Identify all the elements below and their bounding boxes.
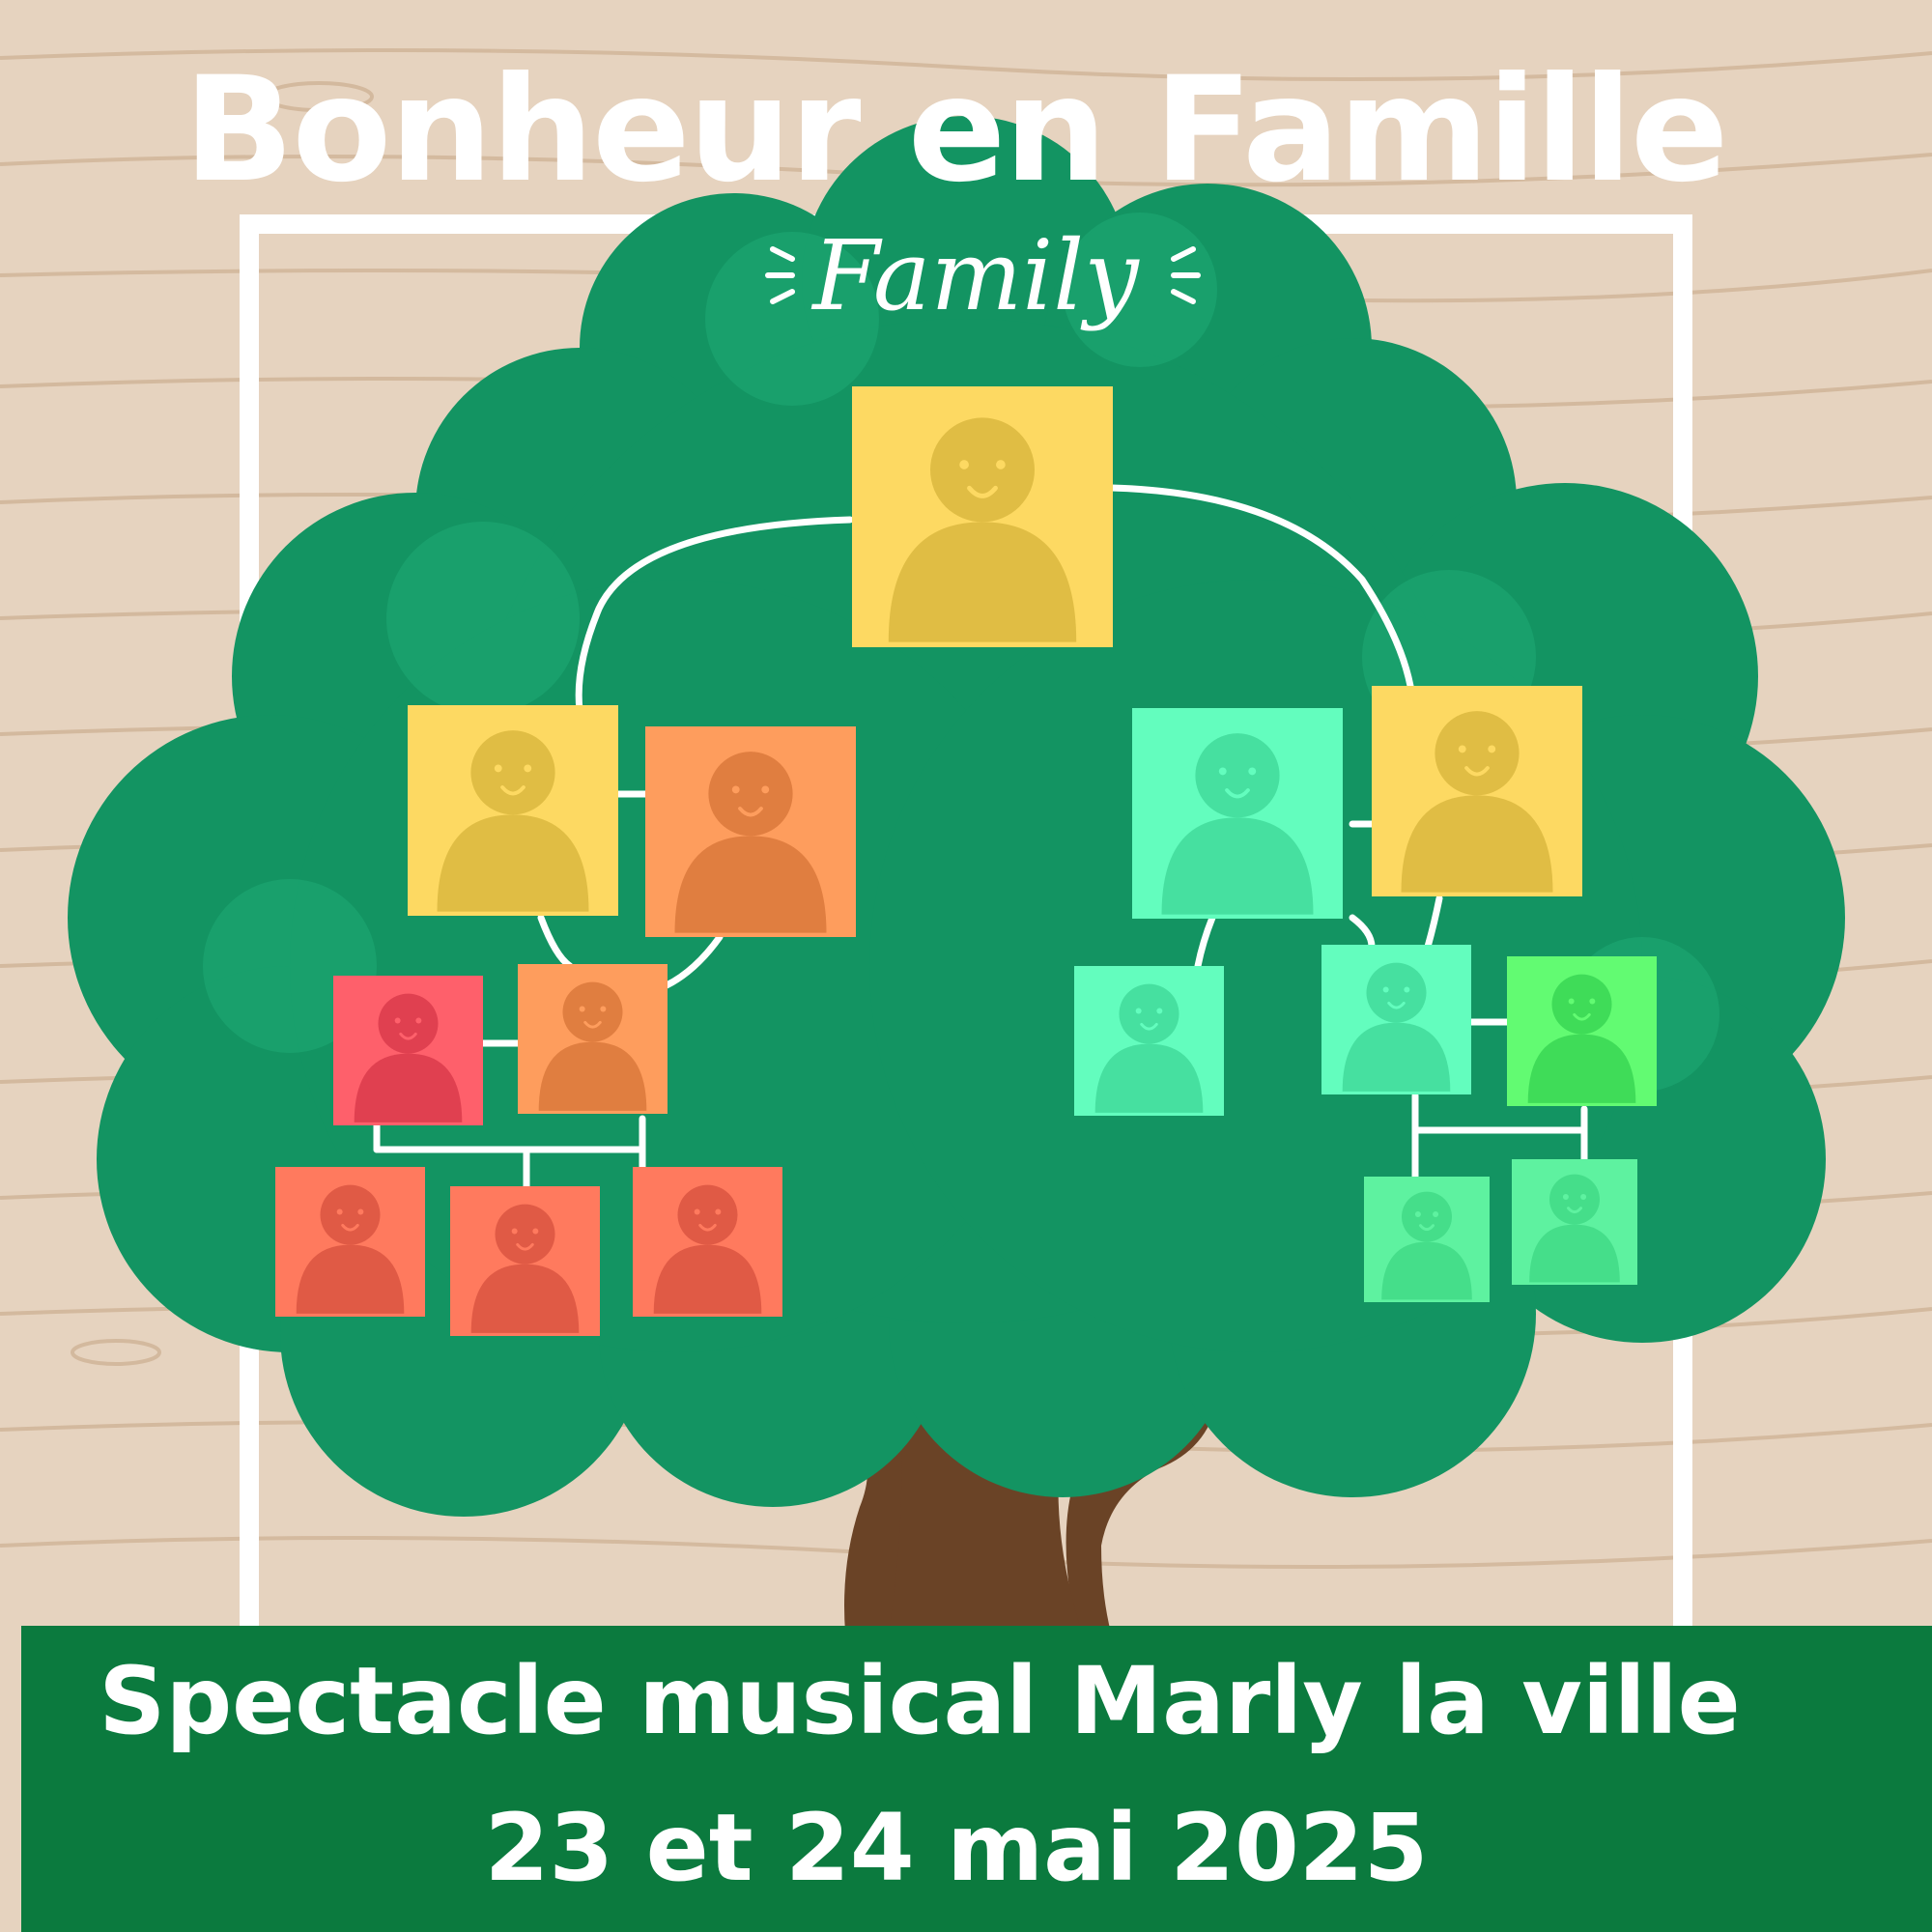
event-line: Spectacle musical Marly la ville: [99, 1647, 1741, 1755]
portrait-right-grandchild-1: [1364, 1177, 1490, 1302]
portrait-right-child-1: [1074, 966, 1224, 1116]
event-banner: Spectacle musical Marly la ville 23 et 2…: [21, 1626, 1932, 1932]
portrait-right-parent-2: [1372, 686, 1582, 896]
portrait-left-grandchild-1: [275, 1167, 425, 1317]
event-date: 23 et 24 mai 2025: [484, 1794, 1429, 1902]
portrait-left-child-2: [518, 964, 668, 1114]
portrait-left-parent-2: [645, 726, 856, 937]
poster-title: Bonheur en Famille: [184, 46, 1729, 214]
portrait-root: [852, 386, 1113, 647]
family-label: Family: [810, 219, 1140, 332]
portrait-left-child-1: [333, 976, 483, 1125]
portrait-right-grandchild-2: [1512, 1159, 1637, 1285]
portrait-right-parent-1: [1132, 708, 1343, 919]
portrait-left-parent-1: [408, 705, 618, 916]
portrait-right-child-3: [1507, 956, 1657, 1106]
portrait-left-grandchild-2: [450, 1186, 600, 1336]
portrait-right-child-2: [1321, 945, 1471, 1094]
portrait-left-grandchild-3: [633, 1167, 782, 1317]
